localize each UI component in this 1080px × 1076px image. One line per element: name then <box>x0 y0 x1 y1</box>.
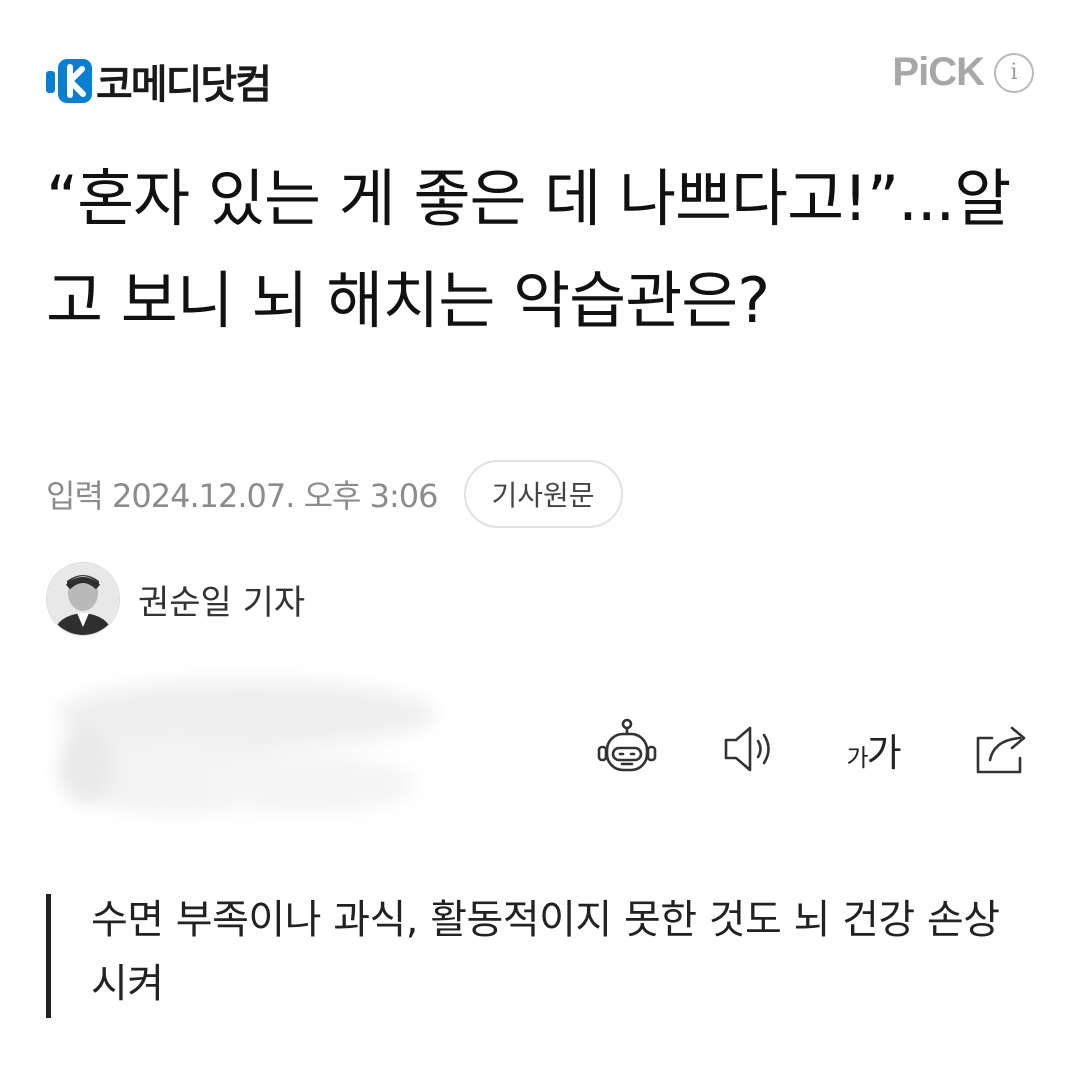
author-avatar <box>46 562 120 636</box>
speaker-icon <box>724 726 770 772</box>
article-title: “혼자 있는 게 좋은 데 나쁘다고!”...알고 보니 뇌 해치는 악습관은? <box>46 162 1011 337</box>
blurred-area <box>56 679 436 814</box>
summary-text: 수면 부족이나 과식, 활동적이지 못한 것도 뇌 건강 손상시켜 <box>90 897 1000 1007</box>
font-size-button[interactable]: 가가 <box>836 716 910 782</box>
logo[interactable]: 코메디닷컴 <box>46 52 272 110</box>
logo-text: 코메디닷컴 <box>96 62 272 108</box>
summary-bar <box>46 894 51 1018</box>
info-icon[interactable]: i <box>994 52 1034 93</box>
author-name: 권순일 기자 <box>138 582 306 623</box>
pick-badge: PiCK i <box>892 50 1034 95</box>
ai-summary-button[interactable] <box>592 716 662 782</box>
original-article-button[interactable]: 기사원문 <box>463 460 623 528</box>
font-size-large: 가 <box>866 730 902 775</box>
logo-mark-icon <box>46 59 92 103</box>
robot-summary-icon <box>597 718 657 772</box>
article-summary: 수면 부족이나 과식, 활동적이지 못한 것도 뇌 건강 손상시켜 <box>46 888 1006 1018</box>
text-to-speech-button[interactable] <box>716 716 782 782</box>
font-size-icon: 가가 <box>846 722 902 777</box>
article-meta: 입력 2024.12.07. 오후 3:06 기사원문 <box>46 460 623 528</box>
font-size-small: 가 <box>846 743 868 772</box>
header: 코메디닷컴 PiCK i <box>0 0 1080 150</box>
author[interactable]: 권순일 기자 <box>46 562 305 636</box>
publish-date: 입력 2024.12.07. 오후 3:06 <box>46 477 439 515</box>
share-button[interactable] <box>968 716 1034 782</box>
share-icon <box>976 726 1026 774</box>
pick-label: PiCK <box>892 50 985 94</box>
